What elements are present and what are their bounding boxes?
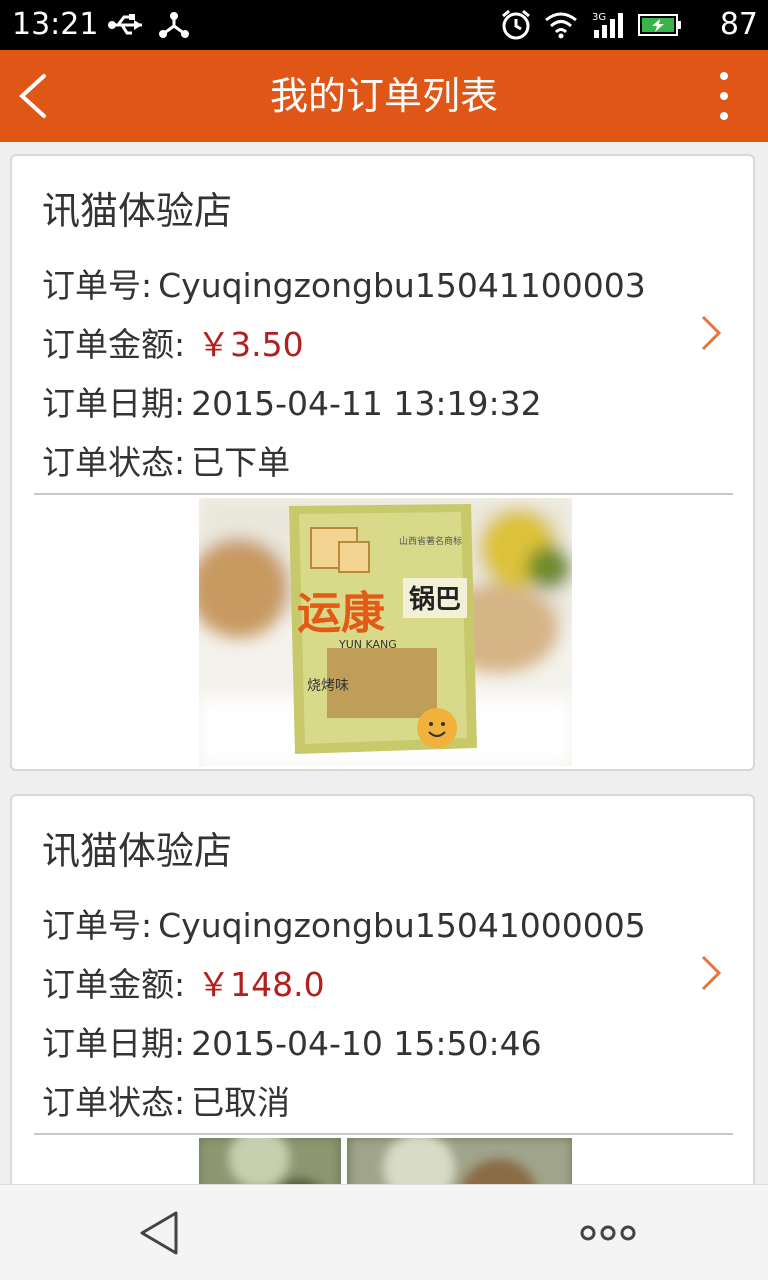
product-image[interactable]: 山西省著名商标 运康 YUN KANG 锅巴 烧烤味 [199,498,572,766]
order-amount-label: 订单金额: [42,325,186,364]
order-date: 2015-04-10 15:50:46 [191,1024,542,1063]
three-dots-icon[interactable] [580,1223,636,1243]
app-bar: 我的订单列表 [0,50,768,142]
order-status-row: 订单状态: 已取消 [42,1081,290,1125]
flavor-text: 烧烤味 [307,678,349,694]
order-status: 已取消 [191,1083,291,1122]
battery-charging-icon [638,14,681,36]
signal-3g-icon: 3G [592,12,623,38]
order-card[interactable]: 讯猫体验店 订单号: Cyuqingzongbu15041000005 订单金额:… [10,794,755,1184]
order-status-label: 订单状态: [42,443,186,482]
product-image[interactable] [199,1138,572,1184]
product-name-text: 锅巴 [409,585,461,615]
chevron-right-icon[interactable] [699,313,723,353]
order-date-row: 订单日期: 2015-04-10 15:50:46 [42,1022,542,1066]
store-name: 讯猫体验店 [42,829,233,873]
order-status-row: 订单状态: 已下单 [42,441,290,485]
order-date-label: 订单日期: [42,384,186,423]
order-amount-row: 订单金额: ￥3.50 [42,323,304,367]
overflow-menu-button[interactable] [704,68,744,124]
share-icon [159,12,189,38]
order-status-label: 订单状态: [42,1083,186,1122]
order-card[interactable]: 讯猫体验店 订单号: Cyuqingzongbu15041100003 订单金额:… [10,154,755,771]
origin-text: 山西省著名商标 [399,535,462,547]
order-number: Cyuqingzongbu15041100003 [158,266,646,305]
navigation-bar [0,1184,768,1280]
wifi-icon [545,12,577,39]
divider [34,493,733,495]
status-time: 13:21 [12,7,99,42]
chevron-left-icon [19,74,46,118]
order-amount-label: 订单金额: [42,965,186,1004]
status-bar: 13:21 3G 87 [0,0,768,50]
order-amount: ￥148.0 [197,965,325,1004]
brand-text: 运康 [297,588,385,639]
order-date-row: 订单日期: 2015-04-11 13:19:32 [42,382,542,426]
triangle-back-icon[interactable] [136,1209,184,1257]
order-number: Cyuqingzongbu15041000005 [158,906,646,945]
usb-icon [108,14,142,35]
more-vertical-icon [720,72,728,80]
back-button[interactable] [10,66,70,126]
chevron-right-icon[interactable] [699,953,723,993]
order-number-row: 订单号: Cyuqingzongbu15041100003 [42,264,646,308]
order-date-label: 订单日期: [42,1024,186,1063]
order-number-row: 订单号: Cyuqingzongbu15041000005 [42,904,646,948]
order-status: 已下单 [191,443,291,482]
order-list: 讯猫体验店 订单号: Cyuqingzongbu15041100003 订单金额:… [0,142,768,1184]
battery-level: 87 [719,7,758,42]
order-date: 2015-04-11 13:19:32 [191,384,542,423]
svg-text:3G: 3G [592,12,606,23]
order-amount-row: 订单金额: ￥148.0 [42,963,325,1007]
order-number-label: 订单号: [42,906,153,945]
order-number-label: 订单号: [42,266,153,305]
order-amount: ￥3.50 [197,325,304,364]
alarm-icon [502,9,530,40]
store-name: 讯猫体验店 [42,189,233,233]
divider [34,1133,733,1135]
page-title: 我的订单列表 [269,74,498,118]
